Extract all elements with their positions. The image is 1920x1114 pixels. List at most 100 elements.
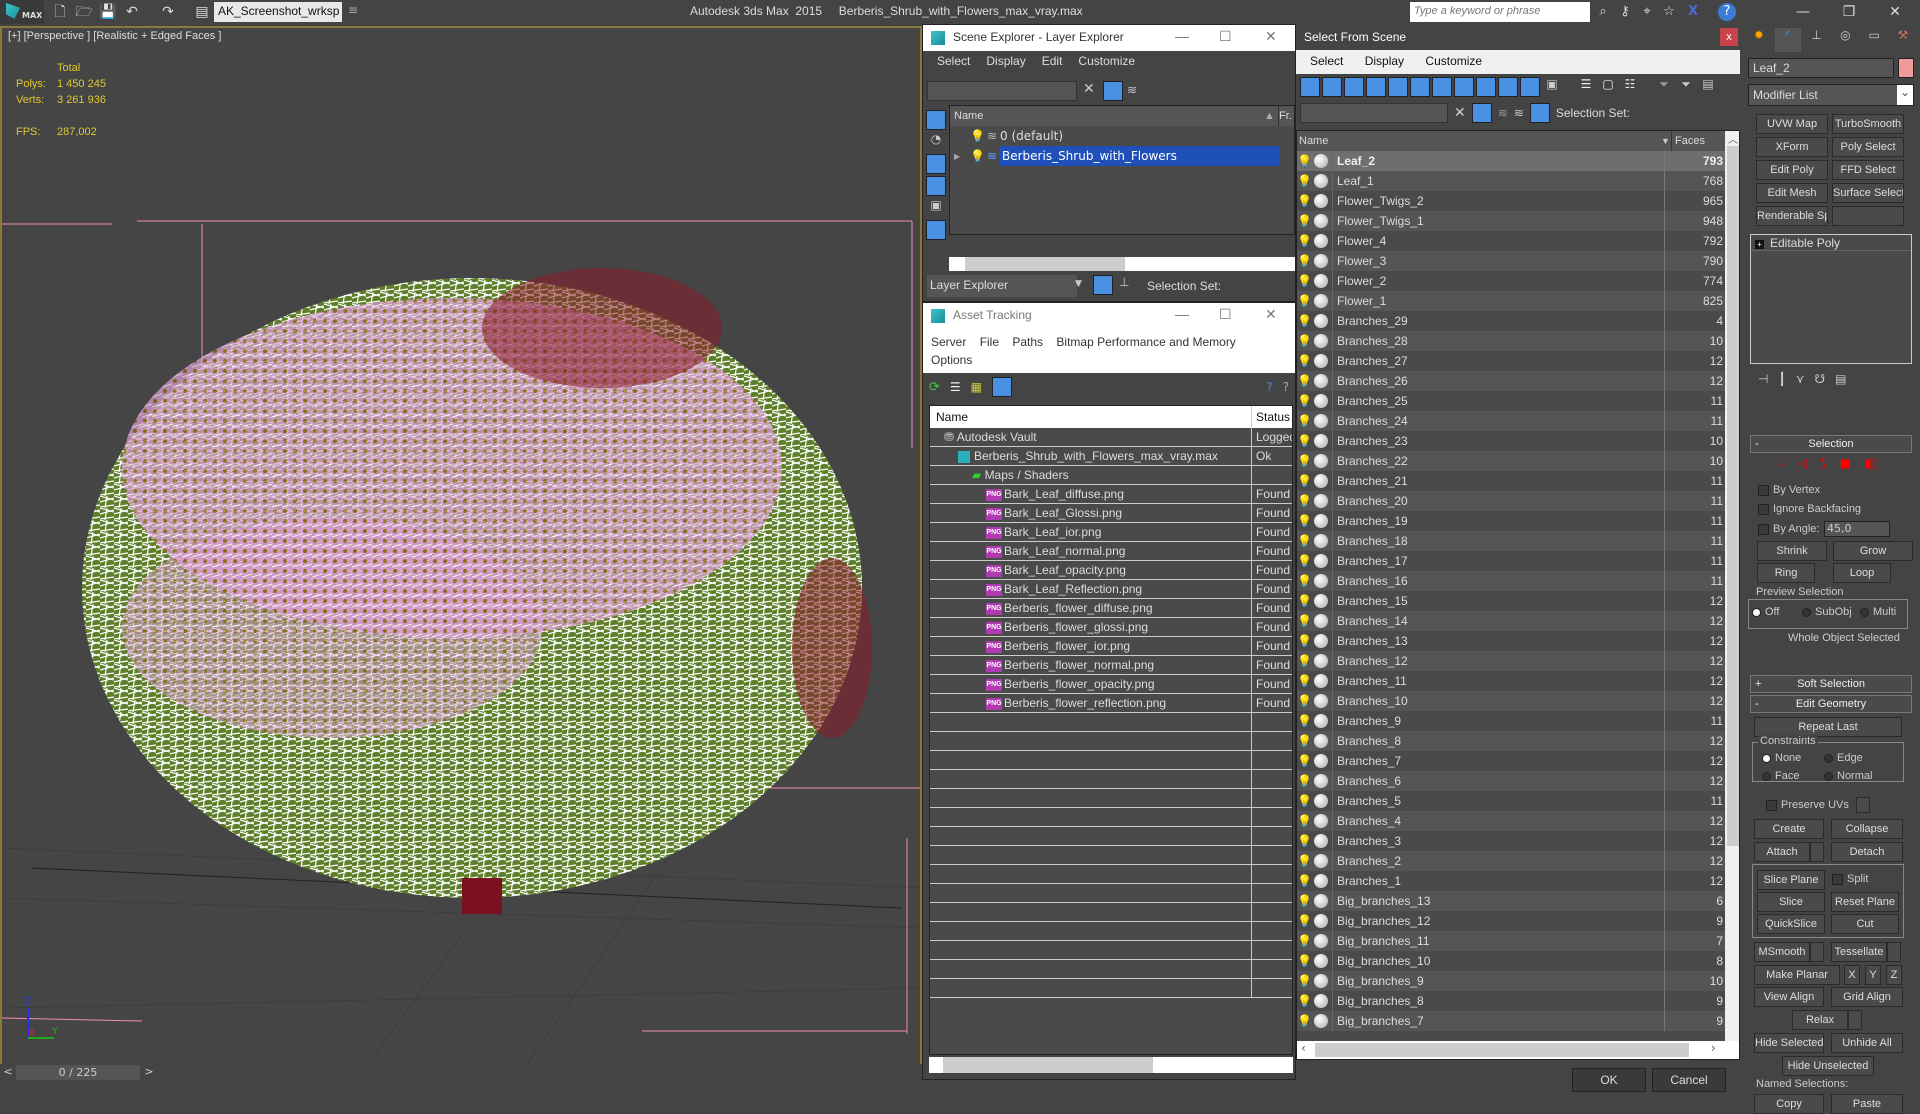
object-row[interactable]: 💡 Branches_27 12 — [1297, 351, 1725, 371]
modifier-button[interactable]: Poly Select — [1832, 137, 1904, 157]
lightbulb-icon[interactable]: 💡 — [970, 146, 985, 166]
redo-icon[interactable]: ↷ — [158, 3, 178, 21]
chevron-down-icon[interactable]: ▼ — [1075, 279, 1082, 289]
scrollbar-thumb[interactable] — [965, 257, 1125, 271]
planar-x-button[interactable]: X — [1844, 965, 1860, 985]
maximize-button[interactable]: ☐ — [1219, 28, 1232, 45]
spacewarps-filter-icon[interactable] — [926, 220, 946, 240]
lightbulb-icon[interactable]: 💡 — [1297, 531, 1312, 551]
funnel-icon[interactable]: ⏷ — [1654, 77, 1674, 97]
lightbulb-icon[interactable]: 💡 — [1297, 651, 1312, 671]
modifier-button[interactable]: Surface Select — [1832, 183, 1904, 203]
ring-button[interactable]: Ring — [1757, 563, 1815, 583]
horizontal-scrollbar[interactable] — [949, 257, 1295, 271]
geometry-filter-icon[interactable] — [1300, 77, 1320, 97]
remove-modifier-icon[interactable]: ☋ — [1814, 372, 1825, 386]
refresh-icon[interactable]: ⟳ — [929, 380, 940, 395]
lightbulb-icon[interactable]: 💡 — [1297, 351, 1312, 371]
scrollbar-thumb[interactable] — [1727, 146, 1739, 846]
hide-selected-button[interactable]: Hide Selected — [1754, 1033, 1824, 1053]
lightbulb-icon[interactable]: 💡 — [1297, 1011, 1312, 1031]
preview-multi-radio[interactable]: Multi — [1860, 606, 1896, 618]
close-button[interactable]: ✕ — [1265, 28, 1277, 45]
attach-button[interactable]: Attach — [1754, 842, 1810, 862]
asset-row[interactable]: PNG Berberis_flower_opacity.png Found — [930, 675, 1292, 694]
collapse-button[interactable]: Collapse — [1831, 819, 1903, 839]
lightbulb-icon[interactable]: 💡 — [1297, 971, 1312, 991]
object-row[interactable]: 💡 Branches_20 11 — [1297, 491, 1725, 511]
close-button[interactable]: x — [1720, 28, 1738, 46]
asset-row[interactable]: PNG Bark_Leaf_ior.png Found — [930, 523, 1292, 542]
column-name[interactable]: Name — [1299, 131, 1661, 151]
constraint-face-radio[interactable]: Face — [1762, 770, 1799, 782]
bones-filter-icon[interactable] — [1476, 77, 1496, 97]
lightbulb-icon[interactable]: 💡 — [1297, 691, 1312, 711]
asset-row[interactable]: PNG Bark_Leaf_diffuse.png Found — [930, 485, 1292, 504]
show-end-result-icon[interactable]: ┃ — [1778, 372, 1785, 386]
clear-search-icon[interactable]: ✕ — [1083, 81, 1095, 97]
object-row[interactable]: 💡 Branches_2 12 — [1297, 851, 1725, 871]
lightbulb-icon[interactable]: 💡 — [1297, 171, 1312, 191]
layers-icon[interactable]: ≋ — [1514, 106, 1524, 120]
undo-icon[interactable]: ↶ — [122, 3, 142, 21]
quickslice-button[interactable]: QuickSlice — [1757, 914, 1825, 934]
vertex-level-icon[interactable]: ∴ — [1776, 456, 1784, 472]
close-button[interactable]: ✕ — [1872, 0, 1918, 24]
polygon-level-icon[interactable]: ■ — [1840, 456, 1851, 472]
hierarchy-tab-icon[interactable]: ⊥ — [1804, 28, 1830, 52]
layer-row-selected[interactable]: ▸ 💡 ≋ Berberis_Shrub_with_Flowers — [950, 146, 1294, 166]
object-row-selected[interactable]: 💡 Leaf_2 793 — [1297, 151, 1725, 171]
column-frozen[interactable]: Fr. — [1278, 106, 1294, 126]
object-row[interactable]: 💡 Branches_14 12 — [1297, 611, 1725, 631]
lightbulb-icon[interactable]: 💡 — [1297, 311, 1312, 331]
exchange-x-icon[interactable]: X — [1684, 3, 1702, 21]
open-icon[interactable]: 🗁 — [74, 3, 94, 21]
asset-row[interactable]: PNG Bark_Leaf_opacity.png Found — [930, 561, 1292, 580]
object-row[interactable]: 💡 Branches_29 4 — [1297, 311, 1725, 331]
xrefs-filter-icon[interactable] — [1454, 77, 1474, 97]
lightbulb-icon[interactable]: 💡 — [1297, 931, 1312, 951]
display-all-icon[interactable]: ☰ — [1576, 77, 1596, 97]
scroll-right-icon[interactable]: › — [1711, 1041, 1716, 1055]
display-invert-icon[interactable]: ☷ — [1620, 77, 1640, 97]
selection-rollout-header[interactable]: - Selection — [1750, 435, 1912, 453]
lightbulb-icon[interactable]: 💡 — [1297, 831, 1312, 851]
menu-customize[interactable]: Customize — [1078, 54, 1135, 68]
object-row[interactable]: 💡 Flower_2 774 — [1297, 271, 1725, 291]
make-unique-icon[interactable]: ⋎ — [1796, 372, 1805, 386]
object-row[interactable]: 💡 Branches_11 12 — [1297, 671, 1725, 691]
modifier-button[interactable]: TurboSmooth — [1832, 114, 1904, 134]
vertical-scrollbar[interactable]: ︿ — [1725, 131, 1739, 1041]
geometry-filter-icon[interactable] — [926, 110, 946, 130]
clear-search-icon[interactable]: ✕ — [1454, 105, 1466, 121]
object-row[interactable]: 💡 Big_branches_10 8 — [1297, 951, 1725, 971]
satellite-icon[interactable]: ⌖ — [1638, 3, 1656, 21]
object-row[interactable]: 💡 Branches_28 10 — [1297, 331, 1725, 351]
modifier-button[interactable]: Edit Mesh — [1756, 183, 1828, 203]
lightbulb-icon[interactable]: 💡 — [1297, 731, 1312, 751]
object-color-swatch[interactable] — [1898, 58, 1914, 78]
constraint-edge-radio[interactable]: Edge — [1824, 752, 1863, 764]
object-row[interactable]: 💡 Branches_6 12 — [1297, 771, 1725, 791]
stack-item[interactable]: + Editable Poly — [1751, 235, 1911, 251]
object-row[interactable]: 💡 Branches_23 10 — [1297, 431, 1725, 451]
lightbulb-icon[interactable]: 💡 — [1297, 211, 1312, 231]
lightbulb-icon[interactable]: 💡 — [1297, 391, 1312, 411]
time-slider[interactable]: 0 / 225 — [16, 1065, 140, 1080]
cut-button[interactable]: Cut — [1831, 914, 1899, 934]
object-row[interactable]: 💡 Branches_18 11 — [1297, 531, 1725, 551]
object-row[interactable]: 💡 Flower_4 792 — [1297, 231, 1725, 251]
vault-options-icon[interactable]: ? — [1283, 380, 1289, 394]
shrink-button[interactable]: Shrink — [1757, 541, 1827, 561]
lightbulb-icon[interactable]: 💡 — [1297, 911, 1312, 931]
menu-select[interactable]: Select — [937, 54, 970, 68]
attach-list-button[interactable] — [1810, 842, 1824, 862]
object-row[interactable]: 💡 Big_branches_7 9 — [1297, 1011, 1725, 1031]
lightbulb-icon[interactable]: 💡 — [1297, 371, 1312, 391]
configure-sets-icon[interactable]: ▤ — [1835, 372, 1846, 386]
customize-toolbar-icon[interactable]: ≡ — [346, 3, 360, 21]
minimize-button[interactable]: — — [1780, 0, 1826, 24]
scroll-up-icon[interactable]: ︿ — [1725, 131, 1739, 146]
menu-customize[interactable]: Customize — [1425, 54, 1482, 68]
lightbulb-icon[interactable]: 💡 — [1297, 471, 1312, 491]
